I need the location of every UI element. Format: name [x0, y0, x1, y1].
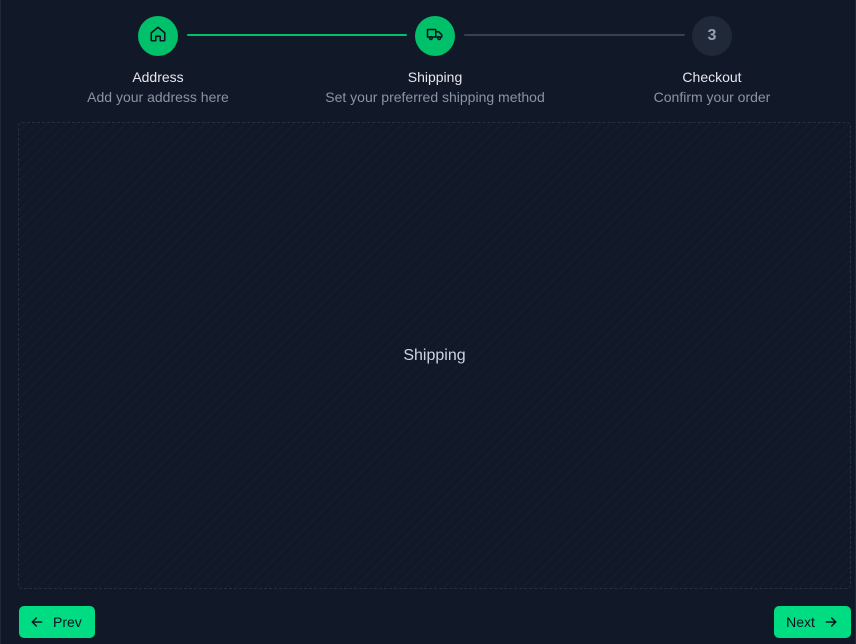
step-checkout-title: Checkout — [682, 69, 742, 85]
step-shipping-description: Set your preferred shipping method — [325, 89, 545, 105]
step-checkout[interactable]: 3 Checkout Confirm your order — [562, 16, 856, 105]
prev-button-label: Prev — [53, 614, 82, 630]
step-address-circle[interactable] — [138, 16, 178, 56]
step-address[interactable]: Address Add your address here — [8, 16, 308, 105]
step-shipping[interactable]: Shipping Set your preferred shipping met… — [285, 16, 585, 105]
stepper-page: Address Add your address here Shipping S… — [0, 0, 856, 644]
step-address-title: Address — [132, 69, 184, 85]
truck-icon — [426, 25, 444, 48]
step-content-panel: Shipping — [18, 122, 851, 589]
step-checkout-number: 3 — [707, 27, 717, 44]
arrow-left-icon — [29, 614, 45, 630]
next-button-label: Next — [786, 614, 815, 630]
step-address-description: Add your address here — [87, 89, 229, 105]
step-shipping-circle[interactable] — [415, 16, 455, 56]
step-checkout-circle[interactable]: 3 — [692, 16, 732, 56]
step-checkout-description: Confirm your order — [653, 89, 771, 105]
step-shipping-title: Shipping — [407, 69, 463, 85]
prev-button[interactable]: Prev — [19, 606, 95, 638]
home-icon — [149, 25, 167, 48]
arrow-right-icon — [823, 614, 839, 630]
step-content-label: Shipping — [403, 346, 466, 364]
stepper: Address Add your address here Shipping S… — [1, 0, 856, 120]
next-button[interactable]: Next — [774, 606, 851, 638]
